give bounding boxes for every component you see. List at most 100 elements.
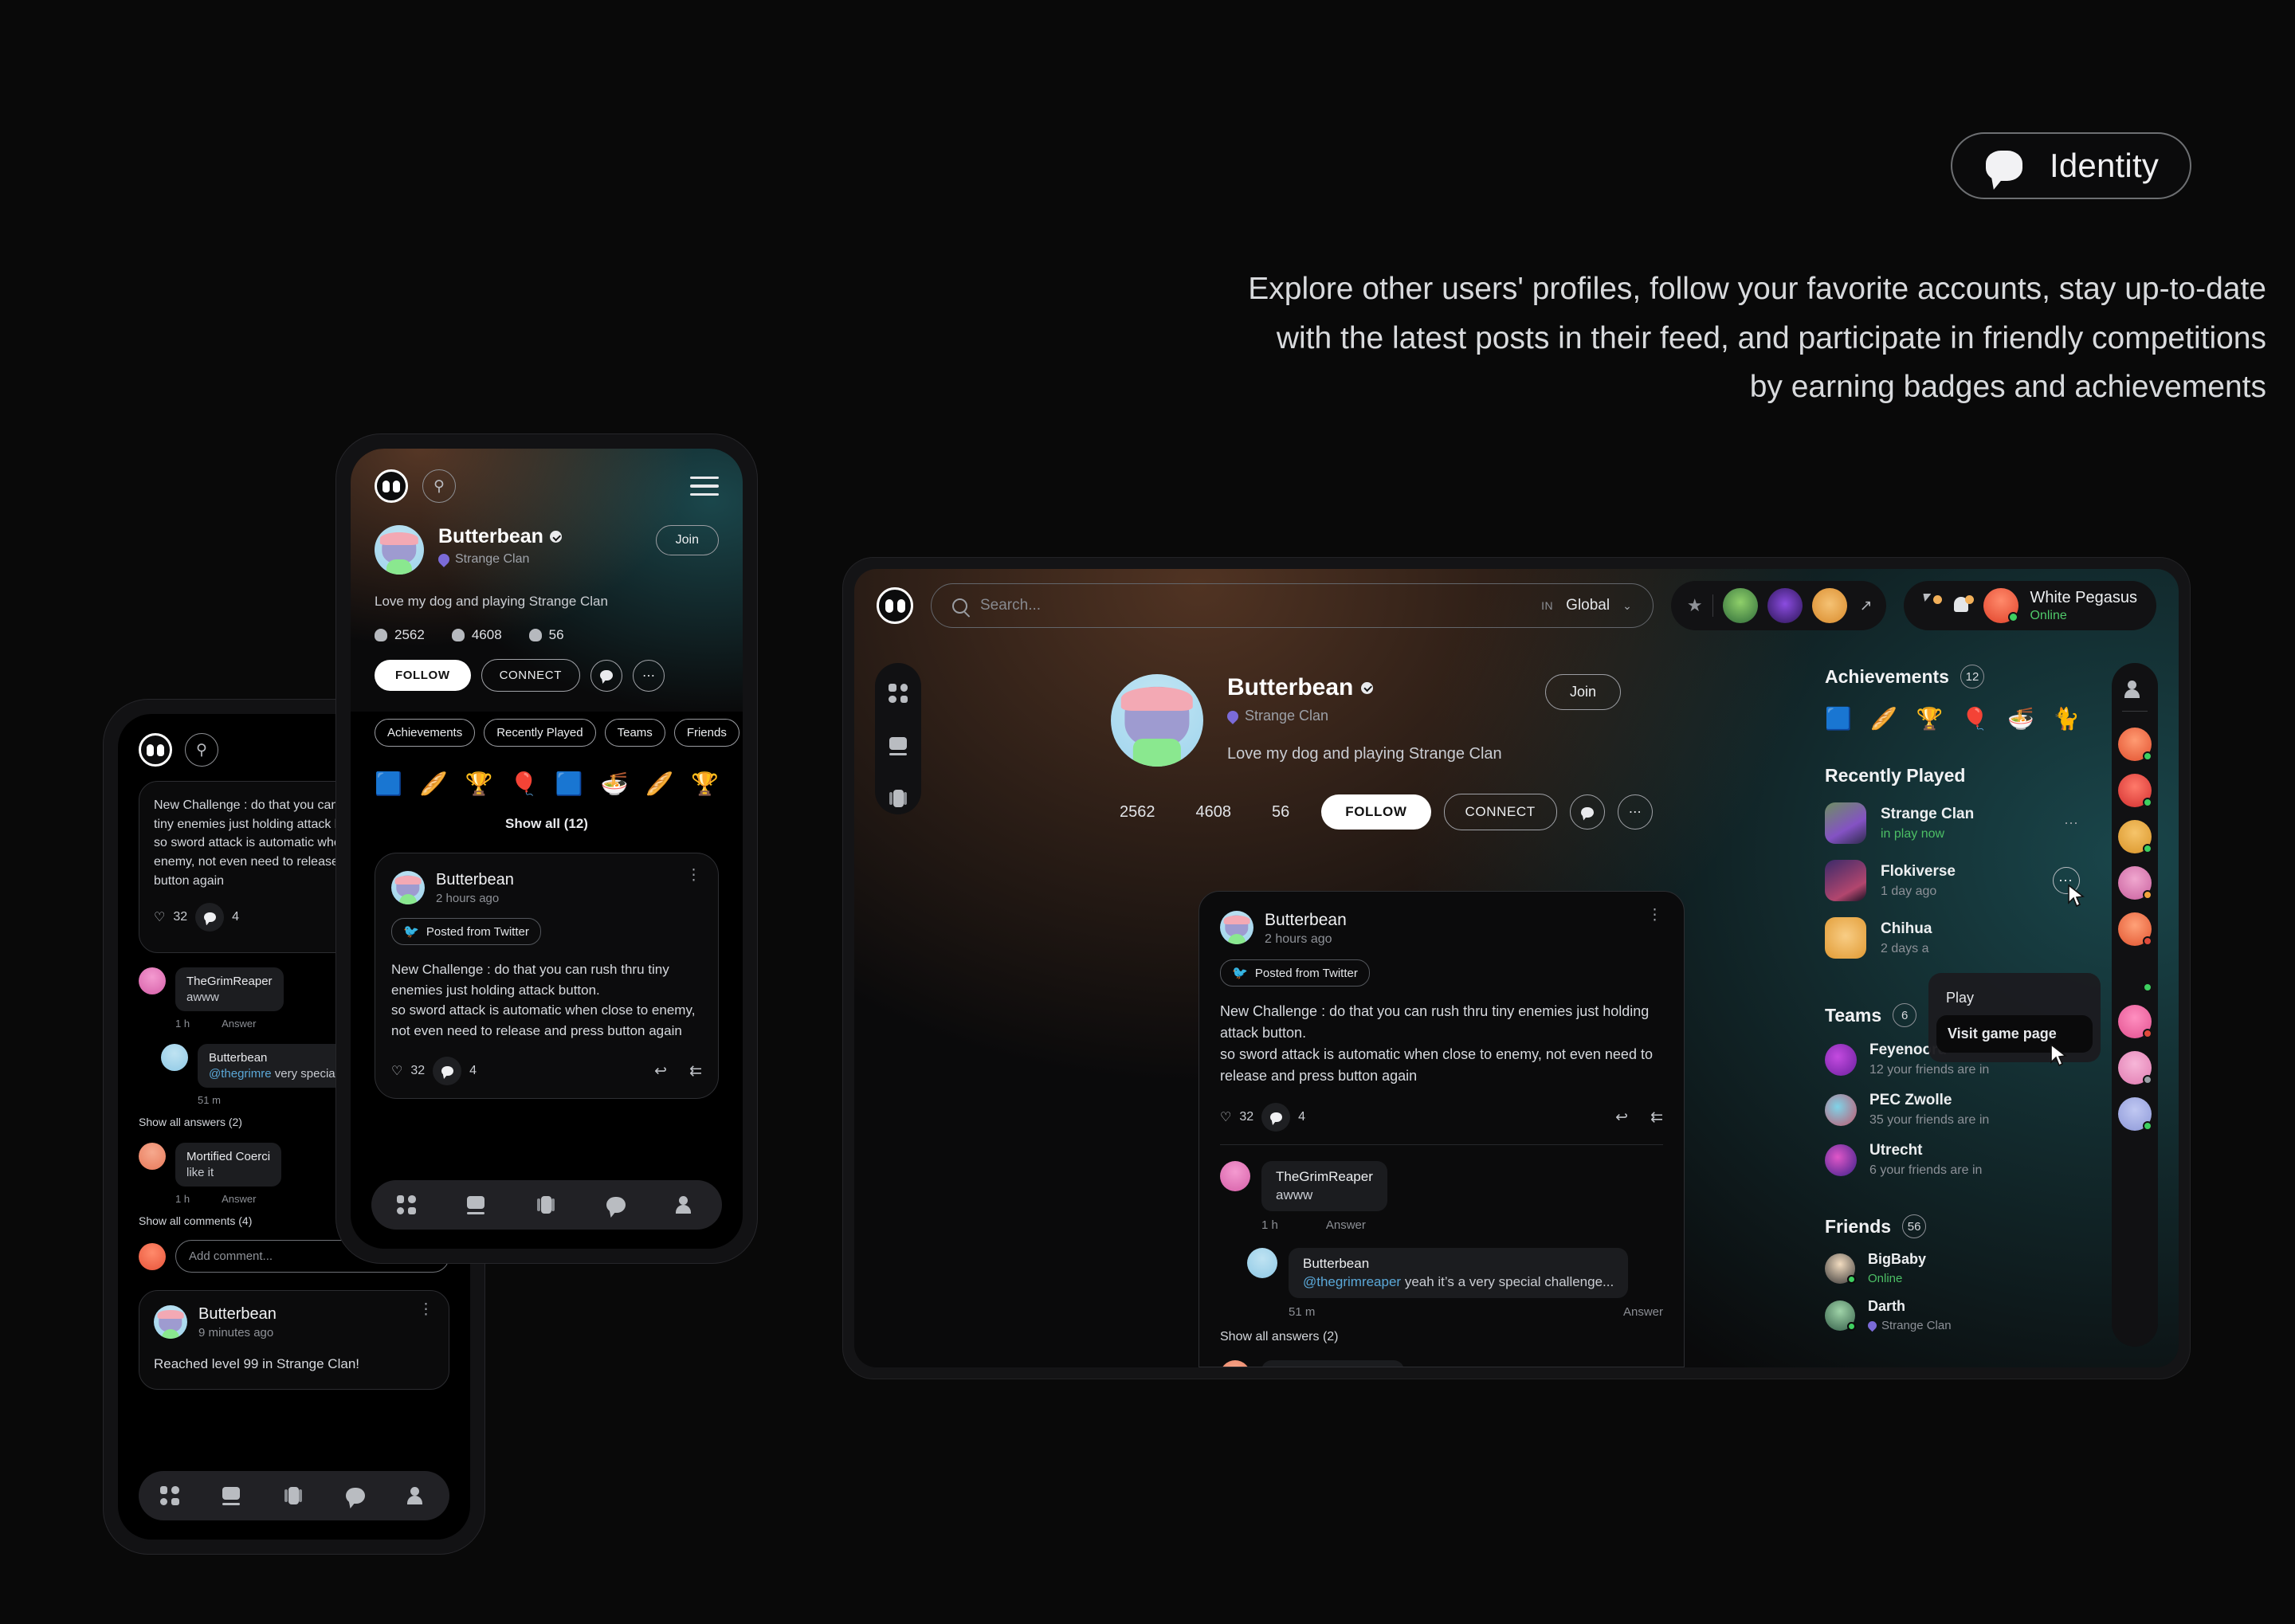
avatar[interactable] <box>1111 674 1203 767</box>
join-button[interactable]: Join <box>655 525 719 555</box>
more-options-icon[interactable]: ⋮ <box>418 1302 434 1318</box>
more-options-icon[interactable]: ⋮ <box>686 868 702 884</box>
star-icon[interactable]: ★ <box>1687 595 1703 616</box>
connect-button[interactable]: CONNECT <box>481 659 580 692</box>
search-scope-value[interactable]: Global <box>1566 597 1610 614</box>
achievement-icon[interactable]: 🍜 <box>2007 706 2034 732</box>
like-button[interactable]: ♡ 32 <box>154 909 187 925</box>
message-icon[interactable] <box>590 659 622 692</box>
nav-library-icon[interactable] <box>466 1195 485 1214</box>
friend-item[interactable]: Darth Strange Clan <box>1825 1298 2080 1332</box>
nav-chat-icon[interactable] <box>345 1488 365 1504</box>
avatar[interactable] <box>1983 588 2019 623</box>
mention-link[interactable]: @thegrimreaper <box>1303 1274 1401 1289</box>
show-all-answers-link[interactable]: Show all answers (2) <box>1220 1330 1663 1344</box>
avatar[interactable] <box>154 1305 187 1340</box>
more-options-icon[interactable]: ⋯ <box>1617 794 1653 830</box>
answer-link[interactable]: Answer <box>1326 1218 1366 1232</box>
connect-button[interactable]: CONNECT <box>1443 794 1557 830</box>
messages-icon[interactable] <box>1920 595 1943 614</box>
achievement-icon[interactable]: 🥖 <box>1870 706 1897 732</box>
reply-icon[interactable]: ↩ <box>1615 1108 1628 1127</box>
avatar[interactable] <box>391 871 425 904</box>
like-button[interactable]: ♡ 32 <box>391 1063 425 1079</box>
stat-friends[interactable]: 56 <box>528 627 564 643</box>
achievement-icon[interactable]: 🥖 <box>420 771 448 797</box>
tab-teams[interactable]: Teams <box>604 719 665 747</box>
more-options-icon[interactable]: ⋮ <box>1647 908 1663 924</box>
mention-link[interactable]: @thegrimre <box>209 1067 272 1081</box>
reply-icon[interactable]: ↩ <box>654 1062 667 1081</box>
achievement-icon[interactable]: 🏆 <box>465 771 492 797</box>
recently-played-item[interactable]: Strange Clan in play now ⋯ <box>1825 802 2080 844</box>
team-item[interactable]: PEC Zwolle 35 your friends are in <box>1825 1092 2080 1128</box>
expand-favorites-icon[interactable]: ↗ <box>1860 597 1873 615</box>
nav-friends-icon[interactable] <box>407 1487 428 1504</box>
achievement-icon[interactable]: 🥖 <box>645 771 673 797</box>
nav-apps-icon[interactable] <box>159 1486 179 1505</box>
achievement-icon[interactable]: 🍜 <box>601 771 629 797</box>
answer-link[interactable]: Answer <box>1623 1305 1663 1319</box>
join-button[interactable]: Join <box>1544 674 1621 710</box>
profile-clan[interactable]: Strange Clan <box>436 551 562 567</box>
user-chip[interactable]: White Pegasus Online <box>1904 581 2156 630</box>
achievement-icon[interactable]: 🎈 <box>510 771 538 797</box>
favorite-game-thumb[interactable] <box>1722 588 1758 623</box>
share-icon[interactable]: ⇇ <box>689 1062 702 1081</box>
search-icon[interactable]: ⚲ <box>422 469 456 503</box>
avatar[interactable] <box>1220 1161 1250 1191</box>
recently-played-item[interactable]: Flokiverse 1 day ago ⋯ <box>1825 860 2085 908</box>
show-all-achievements-link[interactable]: Show all (12) <box>375 816 719 832</box>
menu-icon[interactable] <box>690 476 719 496</box>
avatar[interactable] <box>139 967 166 995</box>
friends-rail-icon[interactable] <box>2124 681 2145 698</box>
rail-cards-icon[interactable] <box>889 789 908 808</box>
stat-following[interactable]: 2562 <box>375 627 425 643</box>
tab-friends[interactable]: Friends <box>673 719 740 747</box>
message-icon[interactable] <box>1569 794 1605 830</box>
avatar[interactable] <box>2118 866 2152 900</box>
search-bar[interactable]: Search... IN Global ⌄ <box>931 583 1654 628</box>
friend-item[interactable]: BigBaby Online <box>1825 1251 2080 1285</box>
avatar[interactable] <box>2118 728 2152 761</box>
avatar[interactable] <box>2118 820 2152 853</box>
achievement-icon[interactable]: 🎈 <box>1962 706 1989 732</box>
context-menu-visit-game-page[interactable]: Visit game page <box>1936 1015 2093 1053</box>
nav-friends-icon[interactable] <box>676 1196 696 1214</box>
rail-library-icon[interactable] <box>889 736 908 755</box>
avatar[interactable] <box>139 1143 166 1171</box>
achievement-icon[interactable]: 🏆 <box>1916 706 1944 732</box>
answer-link[interactable]: Answer <box>222 1193 256 1205</box>
search-icon[interactable]: ⚲ <box>185 733 218 767</box>
stat-following[interactable]: 2562 <box>1111 803 1155 822</box>
nav-apps-icon[interactable] <box>396 1195 416 1214</box>
stat-followers[interactable]: 4608 <box>1187 803 1232 822</box>
comment-icon[interactable] <box>433 1057 462 1085</box>
context-menu-play[interactable]: Play <box>1928 981 2101 1015</box>
achievement-icon[interactable]: 🟦 <box>375 771 402 797</box>
comment-icon[interactable] <box>1261 1103 1291 1132</box>
avatar[interactable] <box>2118 774 2152 807</box>
profile-clan[interactable]: Strange Clan <box>1225 708 1502 724</box>
avatar[interactable] <box>375 525 424 575</box>
avatar[interactable] <box>1220 1360 1250 1367</box>
achievement-icon[interactable]: 🟦 <box>1825 706 1852 732</box>
avatar[interactable] <box>2118 912 2152 946</box>
answer-link[interactable]: Answer <box>222 1018 256 1030</box>
follow-button[interactable]: FOLLOW <box>375 660 471 691</box>
chevron-down-icon[interactable]: ⌄ <box>1622 599 1632 613</box>
team-item[interactable]: Utrecht 6 your friends are in <box>1825 1142 2080 1178</box>
more-options-icon[interactable]: ⋯ <box>2064 815 2080 832</box>
achievement-icon[interactable]: 🏆 <box>691 771 719 797</box>
recently-played-item[interactable]: Chihua 2 days a Play Visit game page <box>1825 917 2101 1067</box>
avatar[interactable] <box>2118 959 2152 992</box>
stat-followers[interactable]: 4608 <box>451 627 502 643</box>
avatar[interactable] <box>1220 911 1253 944</box>
tab-recently-played[interactable]: Recently Played <box>484 719 596 747</box>
avatar[interactable] <box>1247 1248 1277 1278</box>
like-button[interactable]: ♡ 32 <box>1220 1109 1253 1125</box>
avatar[interactable] <box>2118 1005 2152 1038</box>
nav-library-icon[interactable] <box>222 1486 241 1505</box>
search-input[interactable]: Search... <box>980 597 1041 614</box>
avatar[interactable] <box>2118 1051 2152 1085</box>
